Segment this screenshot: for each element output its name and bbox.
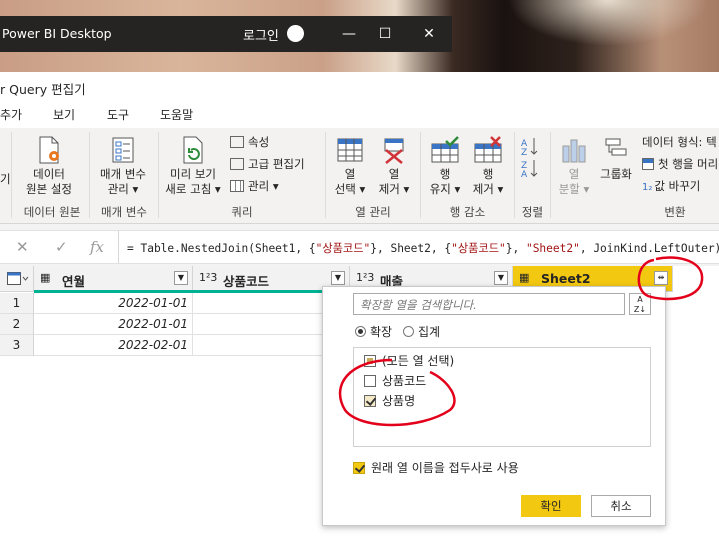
annotation-circle-expand (637, 256, 704, 301)
red-annotation-overlay (338, 256, 704, 427)
annotation-circle-items (338, 358, 456, 427)
